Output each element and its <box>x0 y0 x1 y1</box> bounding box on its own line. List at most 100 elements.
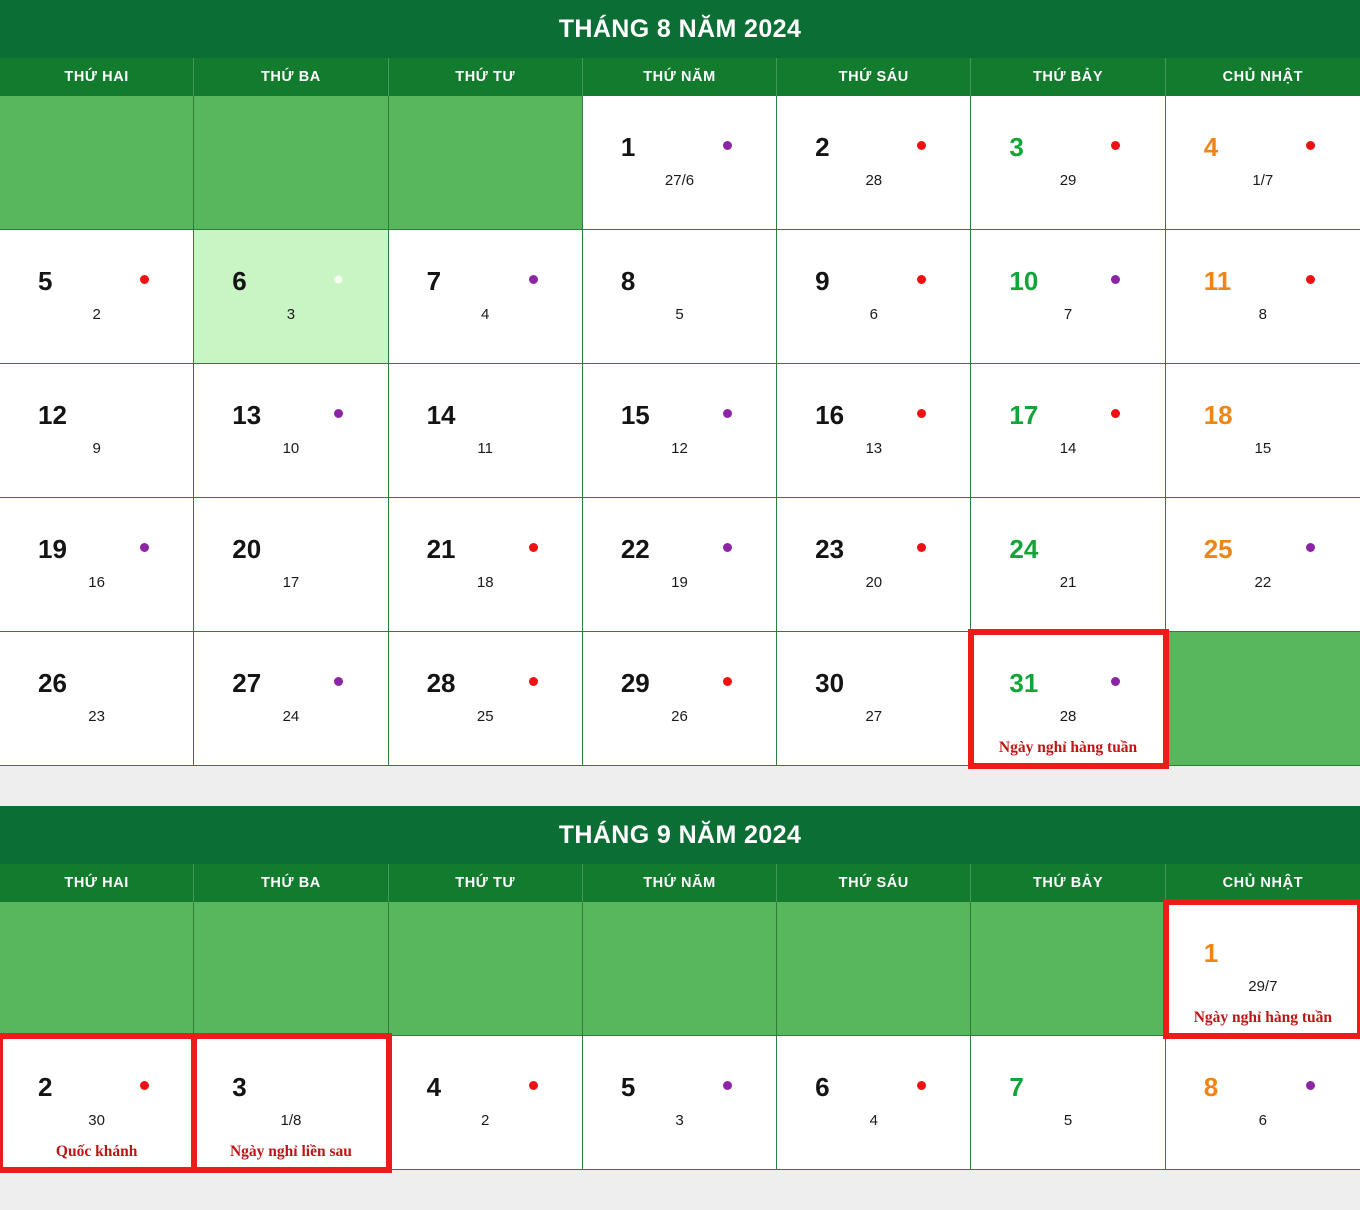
day-number: 14 <box>426 400 456 430</box>
lunar-date: 25 <box>476 708 494 725</box>
lunar-date: 9 <box>92 440 101 457</box>
day-cell[interactable]: 3 29 <box>971 96 1166 230</box>
weekday-header-cell: THỨ BẢY <box>971 58 1166 96</box>
day-cell[interactable]: 4 1/7 <box>1165 96 1360 230</box>
day-cell[interactable]: 25 22 <box>1165 498 1360 632</box>
day-cell[interactable]: 53 <box>582 1036 778 1170</box>
day-cell[interactable]: 23 20 <box>777 498 972 632</box>
day-cell[interactable]: 18 15 <box>1165 364 1360 498</box>
weekday-header-august: THỨ HAI THỨ BA THỨ TƯ THỨ NĂM THỨ SÁU THỨ BẢY… <box>0 58 1360 96</box>
event-dot-icon <box>334 677 344 686</box>
lunar-date: 6 <box>869 306 878 323</box>
day-cell[interactable]: 30 27 <box>777 632 972 766</box>
lunar-date: 21 <box>1059 574 1077 591</box>
day-cell[interactable]: 26 23 <box>0 632 195 766</box>
day-cell[interactable]: 52 <box>0 230 195 364</box>
day-number: 21 <box>426 534 456 564</box>
lunar-date: 5 <box>1063 1112 1073 1129</box>
day-cell[interactable]: 64 <box>777 1036 972 1170</box>
lunar-date: 8 <box>1258 306 1268 323</box>
event-dot-icon <box>140 543 149 552</box>
day-cell[interactable]: 10 7 <box>971 230 1166 364</box>
weekday-header-cell: THỨ TƯ <box>388 58 583 96</box>
lunar-date: 27/6 <box>664 172 695 189</box>
day-number: 15 <box>620 400 650 430</box>
event-dot-icon <box>1305 1081 1315 1090</box>
event-dot-icon <box>334 409 344 418</box>
day-cell-empty <box>194 902 389 1036</box>
weekday-header-cell: THỨ SÁU <box>777 864 972 902</box>
day-cell[interactable]: 13 10 <box>194 364 389 498</box>
day-cell[interactable]: 21 18 <box>388 498 583 632</box>
lunar-date: 20 <box>865 574 883 591</box>
day-cell[interactable]: 28 25 <box>388 632 583 766</box>
day-cell[interactable]: 2 30 Quốc khánh <box>0 1033 198 1173</box>
day-cell[interactable]: 42 <box>388 1036 583 1170</box>
day-cell[interactable]: 14 11 <box>388 364 583 498</box>
month-title-august: THÁNG 8 NĂM 2024 <box>0 0 1360 58</box>
day-number: 30 <box>815 668 845 698</box>
day-cell[interactable]: 2 28 <box>777 96 972 230</box>
day-number: 22 <box>620 534 650 564</box>
day-cell[interactable]: 96 <box>777 230 972 364</box>
event-dot-icon <box>917 409 927 418</box>
weekday-header-cell: THỨ BA <box>194 864 389 902</box>
weeks-grid-september: 1 29/7 Ngày nghỉ hàng tuần 2 30 Quốc khánh 3 1/… <box>0 899 1360 1173</box>
lunar-date: 26 <box>671 708 688 725</box>
day-cell[interactable]: 63 <box>194 230 389 364</box>
day-cell[interactable]: 31 28 Ngày nghỉ hàng tuần <box>968 629 1169 769</box>
day-cell[interactable]: 17 14 <box>971 364 1166 498</box>
event-dot-icon <box>722 677 732 686</box>
day-cell[interactable]: 75 <box>971 1036 1166 1170</box>
day-cell[interactable]: 29 26 <box>582 632 778 766</box>
event-dot-icon <box>917 275 927 284</box>
lunar-date: 19 <box>671 574 688 591</box>
day-cell[interactable]: 1 29/7 Ngày nghỉ hàng tuần <box>1162 899 1360 1039</box>
day-number: 23 <box>815 534 845 564</box>
day-cell[interactable]: 27 24 <box>194 632 389 766</box>
day-cell[interactable]: 86 <box>1165 1036 1360 1170</box>
day-cell-empty <box>0 96 195 230</box>
event-dot-icon <box>334 275 344 284</box>
day-cell[interactable]: 19 16 <box>0 498 195 632</box>
day-number: 13 <box>232 400 262 430</box>
day-number: 31 <box>1009 668 1039 698</box>
day-cell[interactable]: 11 8 <box>1165 230 1360 364</box>
day-cell[interactable]: 22 19 <box>582 498 778 632</box>
day-cell[interactable]: 12 9 <box>0 364 195 498</box>
day-cell-empty <box>388 96 583 230</box>
event-dot-icon <box>528 677 538 686</box>
holiday-note: Ngày nghỉ liền sau <box>229 1143 352 1160</box>
day-cell[interactable]: 74 <box>388 230 583 364</box>
day-cell[interactable]: 16 13 <box>777 364 972 498</box>
event-dot-icon <box>1111 409 1121 418</box>
event-dot-icon <box>722 409 732 418</box>
day-cell-empty <box>777 902 972 1036</box>
weekday-header-cell: THỨ TƯ <box>388 864 583 902</box>
month-title-september: THÁNG 9 NĂM 2024 <box>0 806 1360 864</box>
day-number: 17 <box>1009 400 1039 430</box>
day-cell[interactable]: 1 27/6 <box>582 96 778 230</box>
day-number: 3 <box>1009 132 1024 162</box>
lunar-date: 3 <box>286 306 296 323</box>
event-dot-icon <box>917 1081 927 1090</box>
day-cell[interactable]: 3 1/8 Ngày nghỉ liền sau <box>191 1033 392 1173</box>
weekday-header-september: THỨ HAI THỨ BA THỨ TƯ THỨ NĂM THỨ SÁU THỨ BẢY… <box>0 864 1360 902</box>
day-cell-empty <box>971 902 1166 1036</box>
day-number: 7 <box>426 266 442 296</box>
lunar-date: 4 <box>481 306 490 323</box>
lunar-date: 13 <box>865 440 883 457</box>
lunar-date: 5 <box>675 306 684 323</box>
lunar-date: 23 <box>88 708 105 725</box>
day-cell[interactable]: 85 <box>582 230 778 364</box>
event-dot-icon <box>528 1081 538 1090</box>
day-number: 4 <box>1203 132 1219 162</box>
day-cell[interactable]: 15 12 <box>582 364 778 498</box>
day-number: 11 <box>1203 266 1232 296</box>
day-number: 16 <box>815 400 845 430</box>
lunar-date: 16 <box>88 574 105 591</box>
day-number: 3 <box>232 1072 247 1102</box>
day-cell[interactable]: 20 17 <box>194 498 389 632</box>
lunar-date: 29 <box>1059 172 1077 189</box>
day-cell[interactable]: 24 21 <box>971 498 1166 632</box>
